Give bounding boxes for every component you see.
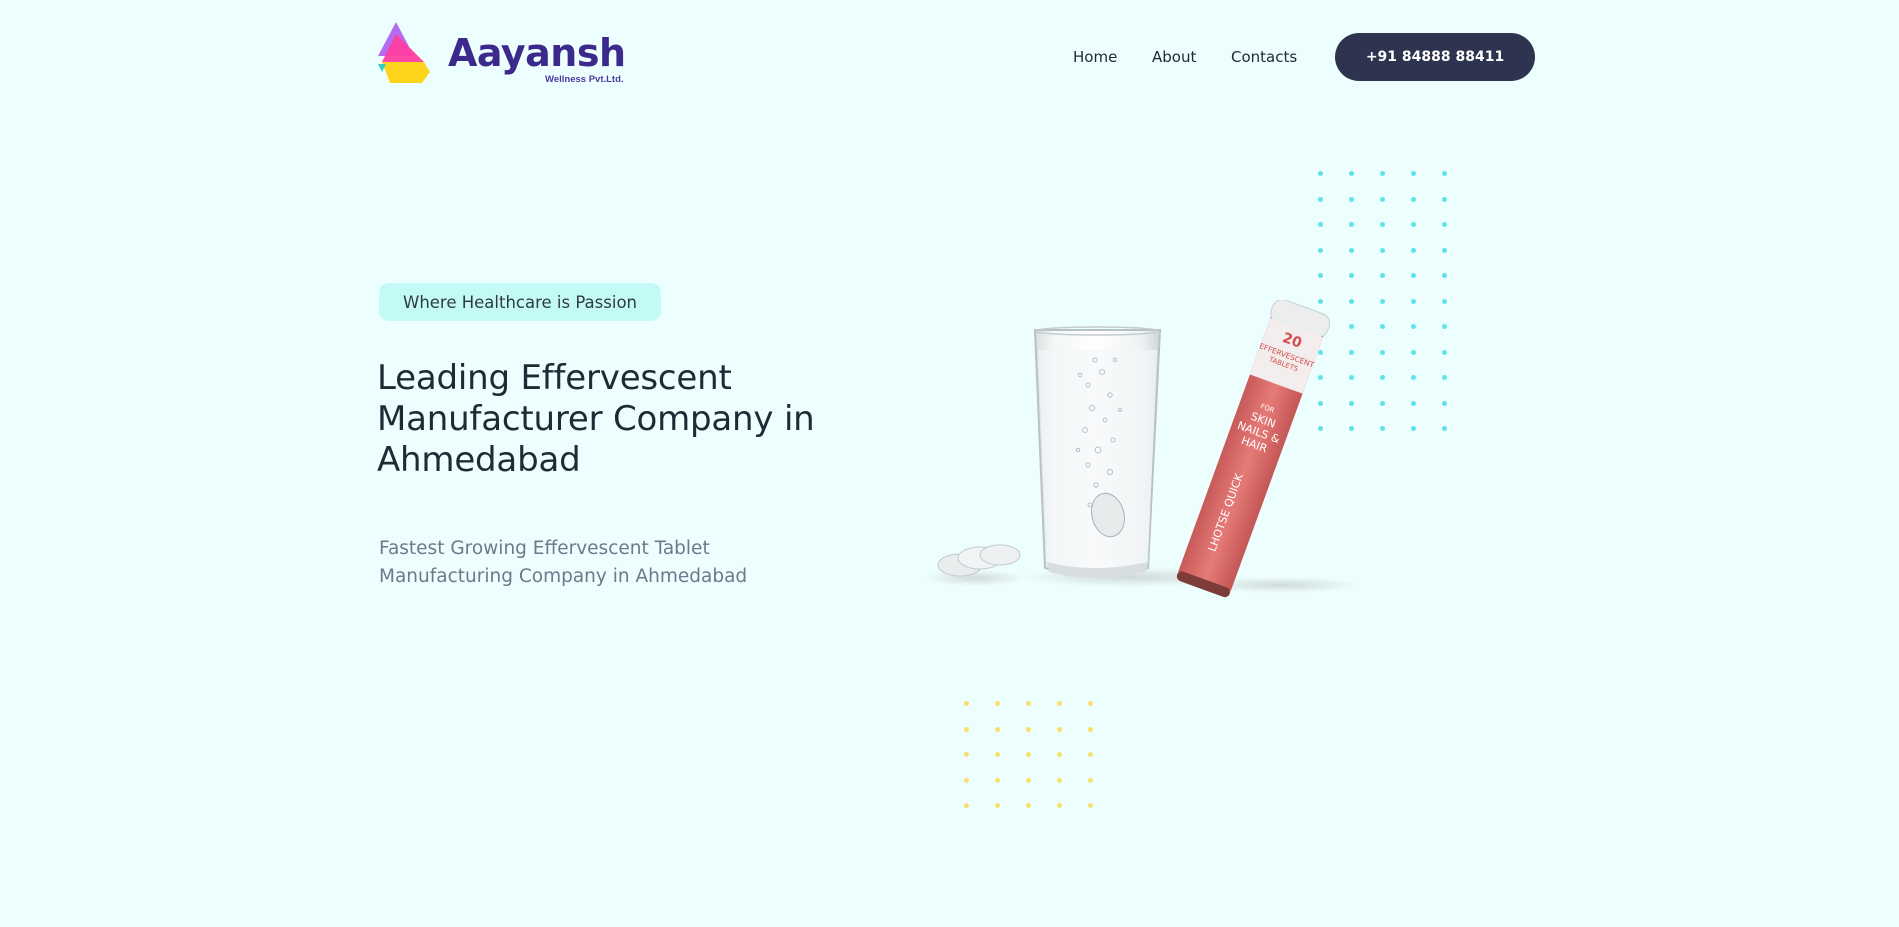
logo[interactable]: Aayansh Wellness Pvt.Ltd. xyxy=(374,20,626,85)
glass-of-water xyxy=(1033,326,1162,578)
brand-name: Aayansh xyxy=(448,31,626,75)
hero-subheadline: Fastest Growing Effervescent Tablet Manu… xyxy=(379,538,748,587)
tablet-tube: 20 EFFERVESCENT TABLETS FOR SKIN NAILS &… xyxy=(1176,300,1331,598)
nav-contacts-link[interactable]: Contacts xyxy=(1231,48,1297,66)
decorative-dots-yellow xyxy=(964,701,1093,808)
tagline-badge: Where Healthcare is Passion xyxy=(379,283,661,321)
hero-headline: Leading Effervescent Manufacturer Compan… xyxy=(377,358,815,480)
nav-home-link[interactable]: Home xyxy=(1073,48,1117,66)
brand-subtitle: Wellness Pvt.Ltd. xyxy=(545,74,624,85)
phone-cta-button[interactable]: +91 84888 88411 xyxy=(1335,33,1535,81)
logo-mark-icon xyxy=(378,22,430,83)
nav-about-link[interactable]: About xyxy=(1152,48,1196,66)
product-image: 20 EFFERVESCENT TABLETS FOR SKIN NAILS &… xyxy=(925,300,1360,598)
